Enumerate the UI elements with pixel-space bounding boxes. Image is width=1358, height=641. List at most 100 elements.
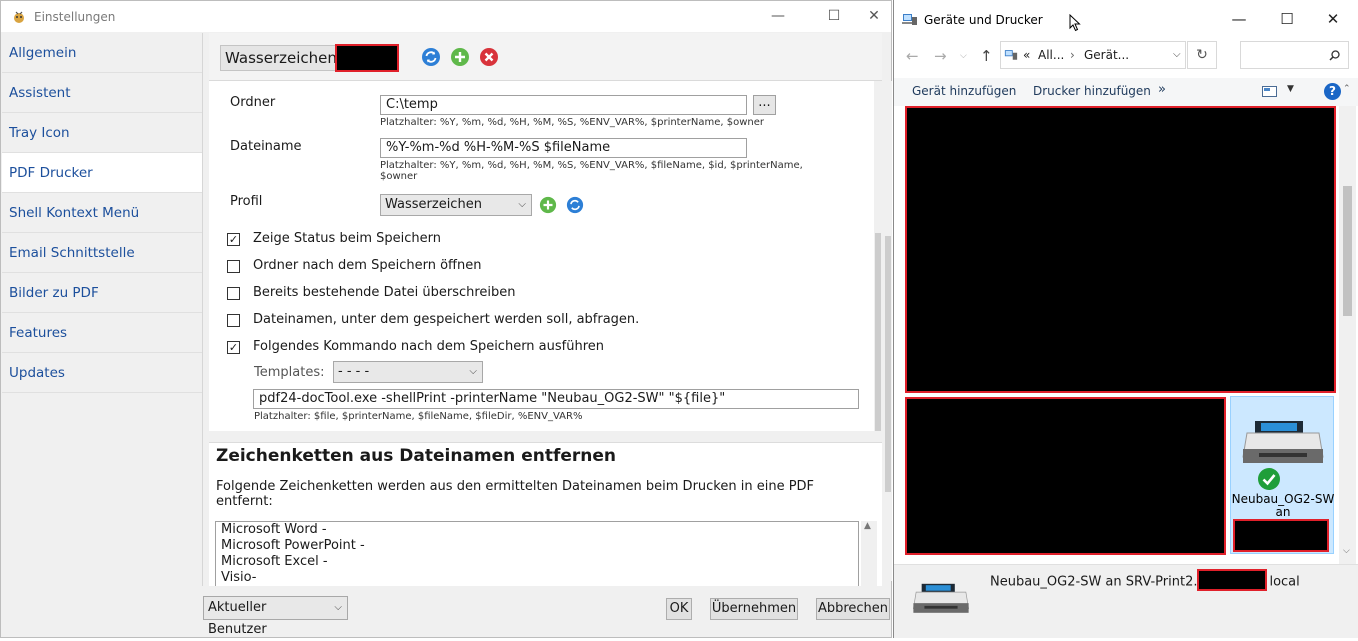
main-scrollbar[interactable] [884, 81, 892, 581]
sidebar-item-updates[interactable]: Updates [2, 353, 202, 393]
more-commands-button[interactable]: » [1158, 82, 1166, 97]
browse-folder-button[interactable]: ... [753, 95, 776, 115]
ask-filename-checkbox[interactable] [227, 314, 240, 327]
cancel-button[interactable]: Abbrechen [816, 598, 890, 620]
devices-printers-window: Geräte und Drucker — ☐ ✕ ← → ⌵ ↑ « All..… [893, 0, 1358, 638]
settings-window: Einstellungen — ☐ ✕ Allgemein Assistent … [0, 0, 892, 638]
close-icon[interactable]: ✕ [851, 1, 897, 32]
sidebar-item-tray-icon[interactable]: Tray Icon [2, 113, 202, 153]
address-row: ← → ⌵ ↑ « All... › Gerät... ⌵ ↻ [894, 38, 1358, 74]
settings-footer: Aktueller Benutzer ⌵ OK Übernehmen Abbre… [1, 586, 891, 637]
breadcrumb-devices[interactable]: Gerät... [1084, 42, 1129, 68]
address-bar[interactable]: « All... › Gerät... ⌵ [1000, 41, 1186, 69]
textarea-scrollbar[interactable]: ▲ [861, 521, 877, 587]
chevron-down-icon: ⌵ [469, 366, 477, 377]
details-printer-name: Neubau_OG2-SW an SRV-Print2. local [990, 569, 1300, 591]
apply-button[interactable]: Übernehmen [710, 598, 798, 620]
folder-input[interactable]: C:\temp [380, 95, 747, 115]
devices-folder-icon [1004, 50, 1018, 60]
redacted-area [335, 44, 399, 72]
pdf24-app-icon [14, 11, 24, 23]
profile-name-label: Wasserzeichen [225, 49, 337, 67]
refresh-profile-icon[interactable] [566, 196, 584, 214]
filename-input[interactable]: %Y-%m-%d %H-%M-%S $fileName [380, 138, 747, 158]
printer-icon [912, 583, 970, 613]
profile-select[interactable]: Wasserzeichen ⌵ [380, 194, 532, 216]
scroll-down-icon[interactable]: ⌵ [1343, 546, 1350, 556]
redacted-area [905, 397, 1226, 555]
breadcrumb-separator: › [1070, 48, 1075, 62]
search-input[interactable] [1240, 41, 1349, 69]
sidebar-item-features[interactable]: Features [2, 313, 202, 353]
profile-label: Profil [230, 194, 263, 209]
add-profile-icon[interactable] [539, 196, 557, 214]
folder-placeholder-hint: Platzhalter: %Y, %m, %d, %H, %M, %S, %EN… [380, 117, 764, 128]
forward-arrow-icon[interactable]: → [934, 47, 947, 65]
sidebar-item-pdf-drucker[interactable]: PDF Drucker [2, 153, 202, 193]
overwrite-label: Bereits bestehende Datei überschreiben [253, 285, 516, 300]
breadcrumb-all[interactable]: All... [1038, 42, 1064, 68]
chevron-down-icon[interactable]: ▼ [1287, 84, 1294, 94]
sidebar-item-bilder-zu-pdf[interactable]: Bilder zu PDF [2, 273, 202, 313]
back-arrow-icon[interactable]: ← [906, 47, 919, 65]
list-item: Visio- [221, 570, 257, 585]
view-options-icon[interactable] [1262, 86, 1277, 97]
close-icon[interactable]: ✕ [1310, 0, 1356, 38]
refresh-icon[interactable]: ↻ [1187, 41, 1217, 69]
folder-label: Ordner [230, 95, 276, 110]
pdf-printer-settings-panel: Wasserzeichen Ordner C:\temp ... Platzha… [209, 33, 882, 587]
details-text-suffix: local [1269, 574, 1300, 590]
templates-select[interactable]: - - - - ⌵ [333, 361, 483, 383]
show-status-checkbox[interactable]: ✓ [227, 233, 240, 246]
devices-window-icon [902, 14, 917, 25]
recent-chevron-icon[interactable]: ⌵ [960, 51, 967, 61]
devices-content-area: Neubau_OG2-SW an ⌃ ⌵ [894, 84, 1358, 564]
scroll-up-icon[interactable]: ⌃ [1343, 84, 1351, 94]
sidebar-item-email-schnittstelle[interactable]: Email Schnittstelle [2, 233, 202, 273]
user-scope-select[interactable]: Aktueller Benutzer ⌵ [203, 596, 348, 637]
filename-placeholder-hint-2: $owner [380, 171, 418, 182]
scroll-up-icon[interactable]: ▲ [864, 521, 871, 531]
profile-form: Ordner C:\temp ... Platzhalter: %Y, %m, … [209, 81, 882, 431]
devices-scrollbar-thumb[interactable] [1343, 186, 1352, 316]
command-placeholder-hint: Platzhalter: $file, $printerName, $fileN… [254, 411, 583, 422]
overwrite-checkbox[interactable] [227, 287, 240, 300]
show-status-label: Zeige Status beim Speichern [253, 231, 441, 246]
templates-label: Templates: [254, 365, 325, 380]
refresh-icon[interactable] [421, 47, 441, 67]
run-command-checkbox[interactable]: ✓ [227, 341, 240, 354]
minimize-icon[interactable]: — [1216, 0, 1262, 38]
form-scrollbar[interactable] [874, 81, 882, 431]
main-scrollbar-thumb[interactable] [885, 236, 891, 492]
sidebar-item-assistent[interactable]: Assistent [2, 73, 202, 113]
devices-scrollbar[interactable]: ⌃ ⌵ [1339, 84, 1356, 564]
devices-title-bar: Geräte und Drucker — ☐ ✕ [894, 0, 1358, 38]
open-folder-checkbox[interactable] [227, 260, 240, 273]
run-command-label: Folgendes Kommando nach dem Speichern au… [253, 339, 605, 354]
add-printer-button[interactable]: Drucker hinzufügen [1033, 84, 1151, 98]
chevron-down-icon[interactable]: ⌵ [1173, 42, 1181, 68]
breadcrumb-overflow[interactable]: « [1023, 42, 1030, 68]
ask-filename-label: Dateinamen, unter dem gespeichert werden… [253, 312, 640, 327]
redacted-area [905, 106, 1336, 393]
add-device-button[interactable]: Gerät hinzufügen [912, 84, 1016, 98]
default-printer-check-icon [1258, 468, 1280, 490]
add-icon[interactable] [450, 47, 470, 67]
up-arrow-icon[interactable]: ↑ [980, 47, 993, 65]
redacted-area [1197, 569, 1268, 591]
chevron-down-icon: ⌵ [334, 602, 342, 613]
sidebar-item-shell-kontext-menu[interactable]: Shell Kontext Menü [2, 193, 202, 233]
delete-icon[interactable] [479, 47, 499, 67]
sidebar-item-allgemein[interactable]: Allgemein [2, 33, 202, 73]
remove-strings-textarea[interactable]: Microsoft Word - Microsoft PowerPoint - … [215, 521, 859, 587]
command-bar: Gerät hinzufügen Drucker hinzufügen » ▼ … [894, 78, 1358, 106]
form-scrollbar-thumb[interactable] [875, 233, 881, 431]
ok-button[interactable]: OK [666, 598, 692, 620]
minimize-icon[interactable]: — [755, 1, 801, 32]
mouse-cursor-icon [1069, 14, 1081, 32]
list-item: Microsoft Word - [221, 522, 327, 537]
maximize-icon[interactable]: ☐ [1264, 0, 1310, 38]
redacted-area [1233, 519, 1329, 552]
command-input[interactable]: pdf24-docTool.exe -shellPrint -printerNa… [253, 389, 859, 409]
help-icon[interactable]: ? [1324, 83, 1341, 100]
